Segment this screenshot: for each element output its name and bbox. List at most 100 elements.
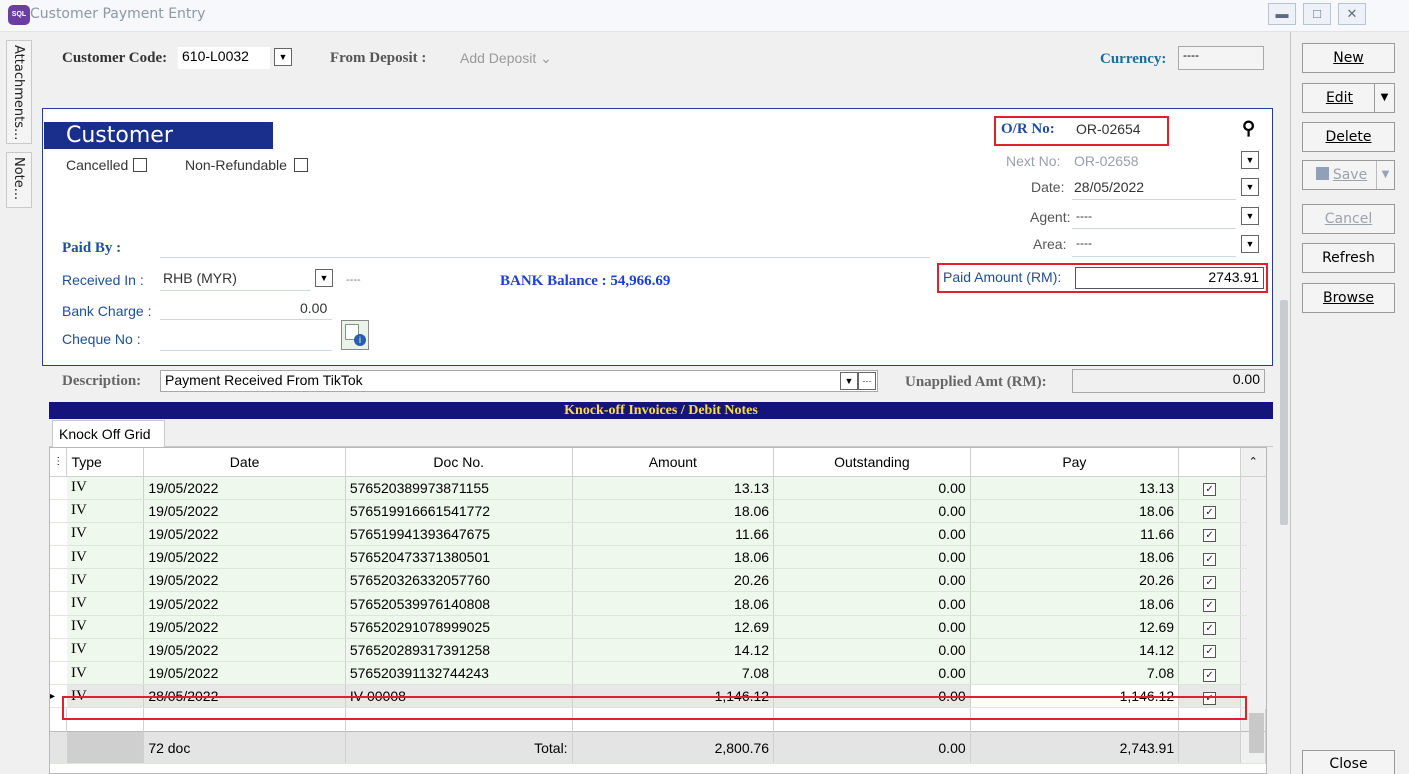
cell-pay[interactable]: 11.66 (970, 522, 1180, 547)
cell-pay[interactable]: 20.26 (970, 568, 1180, 593)
close-button[interactable]: Close (1302, 750, 1395, 774)
cell-check[interactable]: ✓ (1178, 568, 1241, 593)
cell-check[interactable]: ✓ (1178, 545, 1241, 570)
cell-doc-no: 576520539976140808 (345, 591, 573, 616)
col-amount[interactable]: Amount (572, 448, 775, 477)
area-dropdown-icon[interactable]: ▼ (1241, 235, 1259, 253)
cell-check[interactable]: ✓ (1178, 615, 1241, 639)
paid-amount-field[interactable]: 2743.91 (1075, 267, 1264, 289)
cell-doc-no: 576520326332057760 (345, 568, 573, 593)
minimize-icon[interactable]: ▬ (1268, 3, 1296, 25)
currency-field[interactable]: ---- (1178, 46, 1264, 70)
table-row[interactable]: IV 19/05/2022 576520539976140808 18.06 0.00 1… (50, 591, 1266, 616)
save-button[interactable]: Save ▼ (1302, 160, 1395, 190)
window-scrollbar[interactable] (1280, 300, 1288, 525)
description-field[interactable]: Payment Received From TikTok (160, 370, 878, 392)
delete-button[interactable]: Delete (1302, 122, 1395, 152)
pay-checkbox[interactable]: ✓ (1203, 483, 1217, 497)
save-dropdown-icon[interactable]: ▼ (1376, 161, 1394, 189)
edit-dropdown-icon[interactable]: ▼ (1374, 84, 1394, 112)
table-row[interactable]: IV 19/05/2022 576520389973871155 13.13 0.00 1… (50, 476, 1266, 500)
new-button[interactable]: New (1302, 43, 1395, 73)
search-icon[interactable]: ⚲ (1242, 118, 1255, 139)
pay-checkbox[interactable]: ✓ (1203, 645, 1217, 659)
edit-button[interactable]: Edit ▼ (1302, 83, 1395, 113)
table-row[interactable]: IV 19/05/2022 576520326332057760 20.26 0.00 2… (50, 568, 1266, 593)
row-indicator (50, 499, 67, 523)
pay-checkbox[interactable]: ✓ (1203, 529, 1217, 543)
row-indicator (50, 615, 67, 639)
table-row[interactable]: IV 19/05/2022 576520391132744243 7.08 0.00 7.… (50, 661, 1266, 686)
scroll-up-icon[interactable]: ⌃ (1240, 448, 1266, 477)
cheque-no-underline (160, 350, 332, 351)
cancelled-checkbox[interactable] (133, 158, 147, 172)
col-date[interactable]: Date (143, 448, 346, 477)
grid-menu-icon[interactable]: ⋮ (50, 448, 68, 477)
table-row[interactable]: IV 19/05/2022 576519916661541772 18.06 0.00 1… (50, 499, 1266, 523)
or-no-field[interactable]: OR-02654 (1076, 121, 1141, 137)
customer-code-dropdown-icon[interactable]: ▼ (274, 48, 292, 66)
pay-checkbox[interactable]: ✓ (1203, 552, 1217, 566)
cell-pay[interactable]: 13.13 (970, 476, 1180, 500)
tab-attachments[interactable]: Attachments... (6, 40, 32, 144)
cell-pay[interactable]: 18.06 (970, 545, 1180, 570)
pay-checkbox[interactable]: ✓ (1203, 668, 1217, 682)
maximize-icon[interactable]: □ (1303, 3, 1331, 25)
cell-check[interactable]: ✓ (1178, 591, 1241, 616)
next-no-dropdown-icon[interactable]: ▼ (1241, 151, 1259, 169)
table-row[interactable]: IV 19/05/2022 576520289317391258 14.12 0.00 1… (50, 638, 1266, 663)
date-field[interactable]: 28/05/2022 (1074, 179, 1144, 195)
col-pay[interactable]: Pay (970, 448, 1180, 477)
cell-pay[interactable]: 14.12 (970, 638, 1180, 663)
cell-type: IV (66, 545, 145, 570)
table-row[interactable]: IV 19/05/2022 576520291078999025 12.69 0.00 1… (50, 615, 1266, 639)
non-refundable-checkbox[interactable] (294, 158, 308, 172)
col-doc-no[interactable]: Doc No. (345, 448, 573, 477)
col-type[interactable]: Type (66, 448, 145, 477)
grid-tab-bar (49, 419, 1273, 447)
pay-checkbox[interactable]: ✓ (1203, 575, 1217, 589)
tab-note[interactable]: Note... (6, 152, 32, 208)
pay-checkbox[interactable]: ✓ (1203, 622, 1217, 636)
browse-button[interactable]: Browse (1302, 283, 1395, 313)
cell-check[interactable]: ✓ (1178, 499, 1241, 523)
customer-code-label: Customer Code: (62, 50, 168, 66)
pay-checkbox[interactable]: ✓ (1203, 599, 1217, 613)
cheque-calculator-icon[interactable]: i (341, 320, 369, 350)
cell-outstanding: 0.00 (773, 499, 971, 523)
description-more-icon[interactable]: ⋯ (858, 372, 876, 390)
cell-check[interactable]: ✓ (1178, 638, 1241, 663)
footer-total-label: Total: (345, 731, 573, 765)
cell-type: IV (66, 476, 145, 500)
grid-scrollbar-thumb[interactable] (1249, 713, 1264, 753)
area-field[interactable]: ---- (1076, 236, 1092, 250)
customer-code-field[interactable]: 610-L0032 (178, 47, 270, 69)
description-dropdown-icon[interactable]: ▼ (840, 372, 858, 390)
col-outstanding[interactable]: Outstanding (773, 448, 971, 477)
cell-check[interactable]: ✓ (1178, 522, 1241, 547)
bank-charge-field[interactable]: 0.00 (300, 300, 327, 316)
cell-pay[interactable]: 7.08 (970, 661, 1180, 686)
tab-knock-off-grid[interactable]: Knock Off Grid (52, 420, 165, 448)
cell-pay[interactable]: 18.06 (970, 591, 1180, 616)
cell-type: IV (66, 615, 145, 639)
close-window-icon[interactable]: ✕ (1338, 3, 1366, 25)
table-row[interactable]: IV 19/05/2022 576519941393647675 11.66 0.00 1… (50, 522, 1266, 547)
table-row[interactable]: IV 19/05/2022 576520473371380501 18.06 0.00 1… (50, 545, 1266, 570)
agent-dropdown-icon[interactable]: ▼ (1241, 207, 1259, 225)
date-dropdown-icon[interactable]: ▼ (1241, 178, 1259, 196)
cancel-button[interactable]: Cancel (1302, 204, 1395, 234)
refresh-button[interactable]: Refresh (1302, 243, 1395, 273)
cell-pay[interactable]: 18.06 (970, 499, 1180, 523)
pay-checkbox[interactable]: ✓ (1203, 506, 1217, 520)
received-in-dropdown-icon[interactable]: ▼ (315, 269, 333, 287)
cell-check[interactable]: ✓ (1178, 476, 1241, 500)
cell-pay[interactable]: 12.69 (970, 615, 1180, 639)
received-in-field[interactable]: RHB (MYR) (163, 270, 237, 286)
unapplied-amount-field: 0.00 (1072, 369, 1265, 393)
agent-field[interactable]: ---- (1076, 209, 1092, 223)
cell-check[interactable]: ✓ (1178, 661, 1241, 686)
add-deposit-link[interactable]: Add Deposit ⌄ (460, 50, 552, 67)
cell-date: 19/05/2022 (143, 638, 346, 663)
grid-scrollbar-track[interactable] (1247, 477, 1266, 709)
